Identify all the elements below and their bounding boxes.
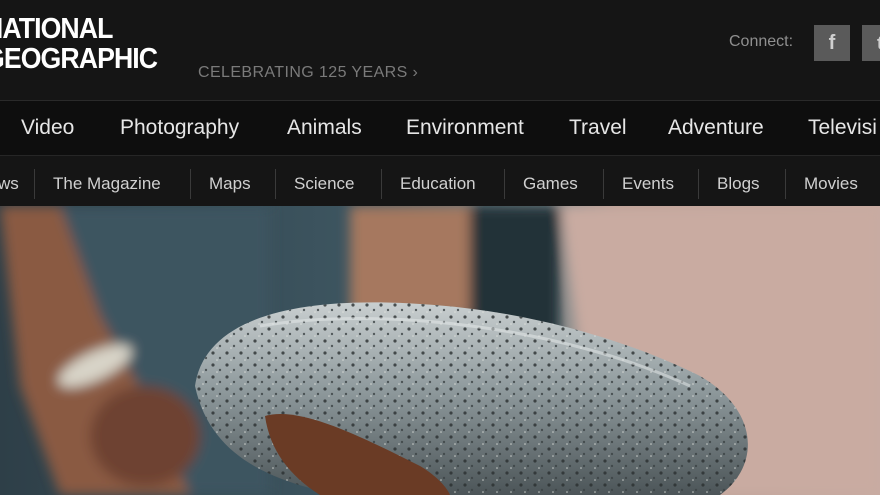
primary-nav: Video Photography Animals Environment Tr… (0, 100, 880, 155)
subnav-divider (34, 169, 35, 199)
subnav-science[interactable]: Science (294, 174, 354, 194)
nav-photography[interactable]: Photography (120, 116, 239, 140)
facebook-icon[interactable]: f (814, 25, 850, 61)
subnav-maps[interactable]: Maps (209, 174, 251, 194)
subnav-divider (275, 169, 276, 199)
subnav-divider (785, 169, 786, 199)
twitter-icon[interactable]: t (862, 25, 880, 61)
subnav-divider (603, 169, 604, 199)
secondary-nav: ws The Magazine Maps Science Education G… (0, 155, 880, 206)
subnav-divider (381, 169, 382, 199)
subnav-the-magazine[interactable]: The Magazine (53, 174, 161, 194)
subnav-games[interactable]: Games (523, 174, 578, 194)
celebrating-125-years-link[interactable]: CELEBRATING 125 YEARS › (198, 64, 418, 82)
subnav-divider (504, 169, 505, 199)
nav-video[interactable]: Video (21, 116, 74, 140)
subnav-movies[interactable]: Movies (804, 174, 858, 194)
nav-travel[interactable]: Travel (569, 116, 627, 140)
connect-label: Connect: (729, 33, 794, 50)
subnav-blogs[interactable]: Blogs (717, 174, 760, 194)
nav-environment[interactable]: Environment (406, 116, 524, 140)
nav-animals[interactable]: Animals (287, 116, 362, 140)
subnav-education[interactable]: Education (400, 174, 476, 194)
subnav-divider (698, 169, 699, 199)
site-header: NATIONAL GEOGRAPHIC CELEBRATING 125 YEAR… (0, 0, 880, 100)
national-geographic-logo[interactable]: NATIONAL GEOGRAPHIC (0, 13, 158, 75)
hero-photo[interactable] (0, 206, 880, 495)
subnav-events[interactable]: Events (622, 174, 674, 194)
logo-line-1: NATIONAL (0, 13, 113, 45)
subnav-news[interactable]: ws (0, 174, 19, 194)
sea-cucumber-photo (0, 206, 880, 495)
logo-line-2: GEOGRAPHIC (0, 43, 158, 75)
nav-television[interactable]: Televisi (808, 116, 877, 140)
subnav-divider (190, 169, 191, 199)
nav-adventure[interactable]: Adventure (668, 116, 764, 140)
